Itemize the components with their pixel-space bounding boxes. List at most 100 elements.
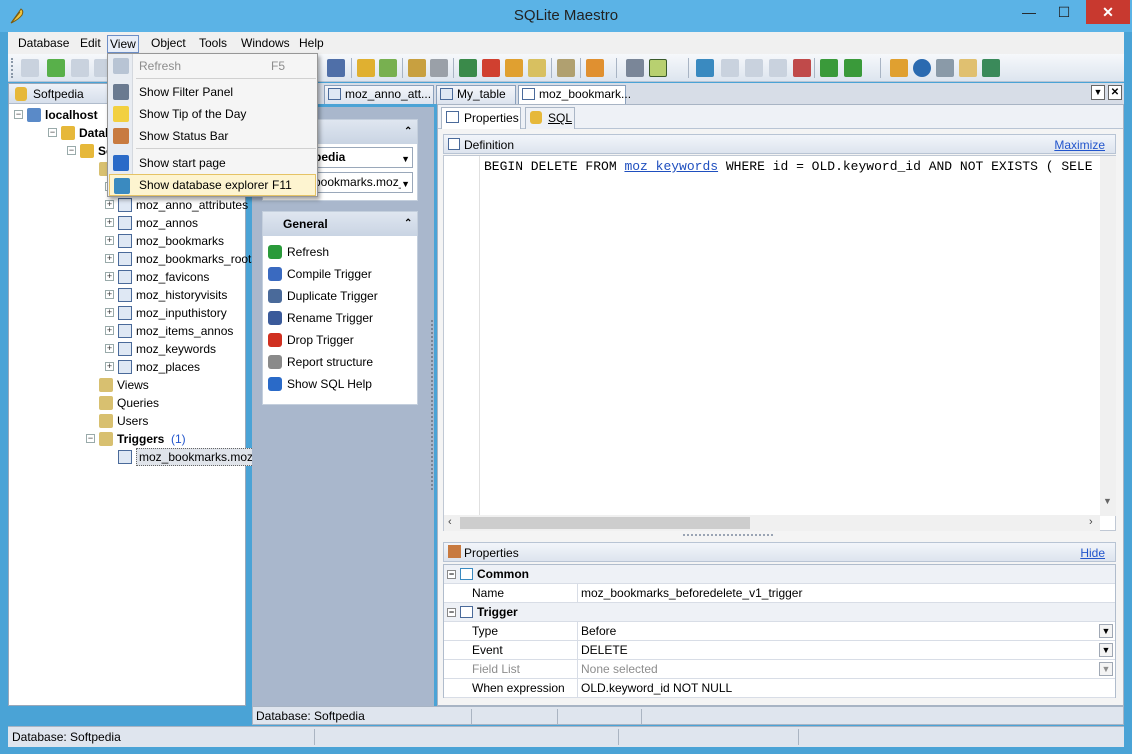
nav-link-duplicate-trigger[interactable]: Duplicate Trigger	[265, 286, 378, 306]
collapse-icon[interactable]: −	[67, 146, 76, 155]
vertical-scrollbar[interactable]: ▼	[1100, 156, 1116, 516]
collapse-icon[interactable]: ⌃	[404, 120, 412, 144]
nav-link-show-sql-help[interactable]: Show SQL Help	[265, 374, 372, 394]
filter-tree-icon[interactable]	[649, 59, 667, 77]
expand-icon[interactable]: +	[105, 272, 114, 281]
search-web-icon[interactable]	[936, 59, 954, 77]
new-window-icon[interactable]	[696, 59, 714, 77]
menu-help[interactable]: Help	[297, 35, 326, 53]
expand-icon[interactable]: +	[105, 326, 114, 335]
script-icon[interactable]	[528, 59, 546, 77]
chevron-down-icon[interactable]: ▼	[1099, 643, 1113, 657]
picture-icon[interactable]	[459, 59, 477, 77]
menu-item-show-database-explorer[interactable]: Show database explorer F11	[109, 174, 316, 196]
tree-item[interactable]: + moz_places	[9, 358, 245, 376]
scroll-right-icon[interactable]: ›	[1089, 516, 1093, 528]
back-icon[interactable]	[820, 59, 838, 77]
category-trigger[interactable]: − Trigger	[444, 603, 1115, 622]
web-icon[interactable]	[913, 59, 931, 77]
filter-icon[interactable]	[626, 59, 644, 77]
close-window-icon[interactable]	[793, 59, 811, 77]
package-icon[interactable]	[505, 59, 523, 77]
collapse-icon[interactable]: −	[14, 110, 23, 119]
collapse-icon[interactable]: −	[447, 608, 456, 617]
menu-item-show-filter-panel[interactable]: Show Filter Panel	[109, 81, 316, 103]
property-row-type[interactable]: Type Before ▼	[444, 622, 1115, 641]
chevron-down-icon[interactable]: ▼	[1099, 624, 1113, 638]
nav-link-refresh[interactable]: Refresh	[265, 242, 329, 262]
tree-item[interactable]: Views	[9, 376, 245, 394]
scroll-left-icon[interactable]: ‹	[448, 516, 452, 528]
tree-item[interactable]: + moz_favicons	[9, 268, 245, 286]
expand-icon[interactable]: +	[105, 344, 114, 353]
tab-moz-bookmarks-trigger[interactable]: moz_bookmark...	[518, 85, 631, 105]
tree-item[interactable]: Users	[9, 412, 245, 430]
sql-code-line[interactable]: BEGIN DELETE FROM moz_keywords WHERE id …	[484, 159, 1104, 174]
menu-item-show-start-page[interactable]: Show start page	[109, 152, 316, 174]
print-icon[interactable]	[430, 59, 448, 77]
register-icon[interactable]	[982, 59, 1000, 77]
scroll-down-icon[interactable]: ▼	[1103, 496, 1112, 506]
expand-icon[interactable]: +	[105, 362, 114, 371]
subtab-sql[interactable]: SQL	[525, 107, 575, 129]
run-icon[interactable]	[379, 59, 397, 77]
menu-item-show-tip-of-the-day[interactable]: Show Tip of the Day	[109, 103, 316, 125]
tree-item[interactable]: + moz_inputhistory	[9, 304, 245, 322]
tree-item[interactable]: Queries	[9, 394, 245, 412]
tree-item[interactable]: + moz_anno_attributes	[9, 196, 248, 214]
collapse-icon[interactable]: −	[86, 434, 95, 443]
menu-database[interactable]: Database	[16, 35, 71, 53]
nav-link-rename-trigger[interactable]: Rename Trigger	[265, 308, 373, 328]
menu-object[interactable]: Object	[149, 35, 188, 53]
tree-item[interactable]: + moz_historyvisits	[9, 286, 245, 304]
property-row-when-expression[interactable]: When expression OLD.keyword_id NOT NULL	[444, 679, 1115, 698]
lightning-icon[interactable]	[357, 59, 375, 77]
property-value[interactable]: Before	[577, 622, 1115, 640]
maximize-button[interactable]: ☐	[1049, 0, 1079, 24]
tree-item[interactable]: + moz_annos	[9, 214, 245, 232]
expand-icon[interactable]: +	[105, 308, 114, 317]
collapse-icon[interactable]: −	[447, 570, 456, 579]
expand-icon[interactable]: +	[105, 290, 114, 299]
menu-edit[interactable]: Edit	[78, 35, 103, 53]
menu-tools[interactable]: Tools	[197, 35, 229, 53]
tree-item[interactable]: + moz_bookmarks	[9, 232, 245, 250]
chevron-down-icon[interactable]: ▼	[401, 175, 410, 192]
property-row-name[interactable]: Name moz_bookmarks_beforedelete_v1_trigg…	[444, 584, 1115, 603]
tree-item[interactable]: − Triggers (1)	[9, 430, 245, 448]
splitter-handle[interactable]	[431, 320, 435, 490]
minimize-button[interactable]: —	[1014, 0, 1044, 24]
close-tab-icon[interactable]: ✕	[1108, 85, 1122, 100]
splitter-handle[interactable]	[683, 534, 773, 538]
chevron-down-icon[interactable]: ▼	[401, 150, 410, 169]
menu-item-show-status-bar[interactable]: Show Status Bar	[109, 125, 316, 147]
collapse-icon[interactable]: ⌃	[404, 212, 412, 236]
menu-item-refresh[interactable]: Refresh F5	[109, 55, 316, 77]
tab-my-table[interactable]: My_table	[436, 85, 516, 104]
add-icon[interactable]	[47, 59, 65, 77]
nav-link-drop-trigger[interactable]: Drop Trigger	[265, 330, 354, 350]
horizontal-scrollbar[interactable]: ‹ ›	[444, 515, 1100, 531]
home-icon[interactable]	[890, 59, 908, 77]
bar-chart-icon[interactable]	[482, 59, 500, 77]
property-value[interactable]: OLD.keyword_id NOT NULL	[577, 679, 1115, 697]
toolbar-grip[interactable]	[11, 58, 14, 78]
tree-item[interactable]: + moz_keywords	[9, 340, 245, 358]
tab-moz-anno-attributes[interactable]: moz_anno_att...	[324, 85, 434, 104]
collapse-icon[interactable]: −	[48, 128, 57, 137]
tree-item[interactable]: + moz_items_annos	[9, 322, 245, 340]
chart-icon[interactable]	[327, 59, 345, 77]
category-common[interactable]: − Common	[444, 565, 1115, 584]
expand-icon[interactable]: +	[105, 236, 114, 245]
property-value[interactable]: None selected	[577, 660, 1115, 678]
expand-icon[interactable]: +	[105, 254, 114, 263]
pointer-icon[interactable]	[586, 59, 604, 77]
subtab-properties[interactable]: Properties	[441, 107, 521, 129]
mail-icon[interactable]	[959, 59, 977, 77]
maximize-link[interactable]: Maximize	[1054, 135, 1105, 155]
tree-item[interactable]: + moz_bookmarks_roots	[9, 250, 257, 268]
property-row-event[interactable]: Event DELETE ▼	[444, 641, 1115, 660]
property-value[interactable]: DELETE	[577, 641, 1115, 659]
hide-link[interactable]: Hide	[1080, 543, 1105, 563]
sql-table-link[interactable]: moz_keywords	[624, 159, 718, 174]
